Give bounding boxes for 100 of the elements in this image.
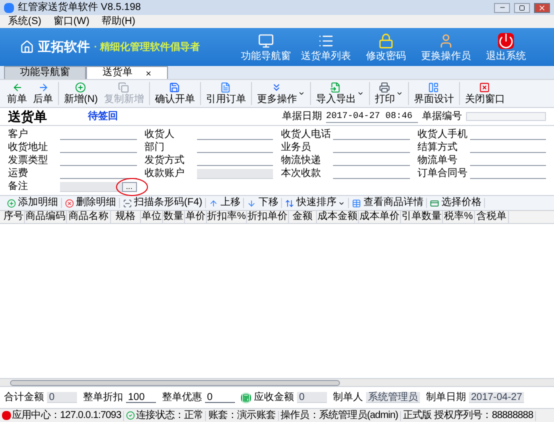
column-header[interactable]: 数量 <box>163 211 185 223</box>
input-field[interactable]: 100 <box>126 392 156 403</box>
close-icon <box>538 4 546 12</box>
input-field[interactable]: 0 <box>47 392 77 403</box>
column-header[interactable]: 折扣率% <box>207 211 247 223</box>
column-header[interactable]: 折扣单价 <box>247 211 289 223</box>
toolbar-button[interactable]: 前单 <box>4 82 30 105</box>
grid-toolbar-button[interactable]: 下移 <box>244 198 282 208</box>
input-field[interactable] <box>196 168 273 178</box>
field-label: 制单日期 <box>426 390 466 405</box>
grid-toolbar-button[interactable]: 选择价格 <box>427 198 486 208</box>
maximize-button[interactable] <box>514 2 530 12</box>
column-header[interactable]: 成本单价 <box>359 211 401 223</box>
menu-item[interactable]: 帮助(H) <box>101 16 136 26</box>
banner-action-button[interactable]: 退出系统 <box>478 32 534 62</box>
arrow-left-icon <box>12 82 22 93</box>
menu-item[interactable]: 窗口(W) <box>53 16 90 26</box>
column-header[interactable]: 引单数量 <box>401 211 443 223</box>
grid-toolbar-button[interactable]: 查看商品详情 <box>349 198 428 208</box>
card-icon <box>430 198 440 208</box>
number-field[interactable] <box>466 112 546 121</box>
field-label: 整单折扣 <box>83 390 123 405</box>
close-icon <box>479 82 490 93</box>
banner-action-button[interactable]: 修改密码 <box>358 32 414 62</box>
close-tab-icon[interactable] <box>144 70 152 76</box>
toolbar-button[interactable]: 确认开单 <box>148 82 198 105</box>
table-icon <box>352 198 362 208</box>
calculator-icon[interactable] <box>241 392 251 402</box>
input-field[interactable]: 系统管理员 <box>366 392 420 403</box>
window-title: 红管家送货单软件 V8.5.198 <box>18 2 142 12</box>
app-icon <box>2 411 11 420</box>
field-label: 发票类型 <box>8 154 49 168</box>
input-field[interactable]: 0 <box>205 392 235 403</box>
status-text: 连接状态：正常 <box>136 410 204 420</box>
field-label: 本次收款 <box>281 166 322 181</box>
tab[interactable]: 送货单 <box>86 66 168 79</box>
toolbar-button[interactable]: 关闭窗口 <box>458 82 508 105</box>
brand-logo-icon <box>20 40 34 54</box>
caret-icon <box>298 90 305 97</box>
plus-circle-icon <box>7 198 16 208</box>
copy-icon <box>118 82 130 93</box>
save-icon <box>169 82 180 93</box>
brand-name: 亚拓软件 <box>38 38 90 56</box>
printer-icon <box>379 82 390 93</box>
minimize-icon <box>498 4 506 11</box>
field-label: 业务员 <box>281 140 312 154</box>
tab[interactable]: 功能导航窗 <box>4 66 86 79</box>
check-icon <box>126 411 136 420</box>
column-header[interactable]: 税率% <box>443 211 475 223</box>
banner-action-button[interactable]: 送货单列表 <box>298 32 354 62</box>
caret-icon <box>396 90 403 97</box>
menu-item[interactable]: 系统(S) <box>8 16 42 26</box>
toolbar-button[interactable]: 新增(N) <box>58 82 101 105</box>
browse-button[interactable]: ... <box>122 182 136 192</box>
app-icon <box>4 2 14 12</box>
close-button[interactable] <box>534 2 550 12</box>
slogan: · 精细化管理软件倡导者 <box>94 40 200 54</box>
arrow-right-icon <box>38 82 48 93</box>
grid-toolbar-button[interactable]: 删除明细 <box>62 198 120 208</box>
toolbar-button[interactable]: 后单 <box>30 82 56 105</box>
grid-toolbar-button[interactable]: 快速排序 <box>282 198 350 208</box>
plus-circle-icon <box>75 82 86 93</box>
minimize-button[interactable] <box>494 2 510 12</box>
column-header[interactable]: 规格 <box>111 211 141 223</box>
input-field[interactable]: 0 <box>297 392 327 403</box>
column-header[interactable]: 序号 <box>3 211 25 223</box>
horizontal-scrollbar[interactable] <box>0 378 554 386</box>
column-header[interactable]: 单位 <box>141 211 163 223</box>
grid-toolbar-button[interactable]: 添加明细 <box>4 198 62 208</box>
field-label: 收货人电话 <box>281 128 332 142</box>
field-label: 收货人手机 <box>418 128 468 142</box>
column-header[interactable]: 商品编码 <box>25 211 67 223</box>
maximize-icon <box>519 4 525 10</box>
toolbar-button[interactable]: 引用订单 <box>200 82 249 105</box>
toolbar-button[interactable]: 界面设计 <box>408 82 457 105</box>
field-label: 单据编号 <box>422 110 462 124</box>
banner-action-button[interactable]: 功能导航窗 <box>238 32 294 62</box>
toolbar-button[interactable]: 导入导出 <box>310 82 367 105</box>
layout-icon <box>428 82 440 93</box>
arrow-down-icon <box>247 198 256 208</box>
column-header[interactable]: 金额 <box>289 211 317 223</box>
grid-toolbar-button[interactable]: 扫描条形码(F4) <box>120 198 206 208</box>
scan-icon <box>123 198 132 208</box>
column-header[interactable]: 单价 <box>185 211 207 223</box>
date-field[interactable]: 2017-04-27 08:46 <box>326 110 418 122</box>
scrollbar-thumb[interactable] <box>10 380 340 386</box>
document-status: 待签回 <box>88 110 118 124</box>
grid-toolbar-button[interactable]: 上移 <box>206 198 244 208</box>
banner-action-button[interactable]: 更换操作员 <box>418 32 474 62</box>
input-field[interactable] <box>60 182 122 192</box>
column-header[interactable]: 商品名称 <box>67 211 111 223</box>
arrow-up-icon <box>209 198 218 208</box>
field-label: 物流单号 <box>418 154 458 168</box>
column-header[interactable]: 成本金额 <box>317 211 359 223</box>
input-field[interactable]: 2017-04-27 <box>469 392 524 403</box>
field-label: 应收金额 <box>254 390 294 405</box>
toolbar-button[interactable]: 打印 <box>368 82 406 105</box>
field-label: 物流快递 <box>281 154 322 168</box>
column-header[interactable]: 含税单 <box>475 211 509 223</box>
toolbar-button[interactable]: 更多操作 <box>250 82 308 105</box>
